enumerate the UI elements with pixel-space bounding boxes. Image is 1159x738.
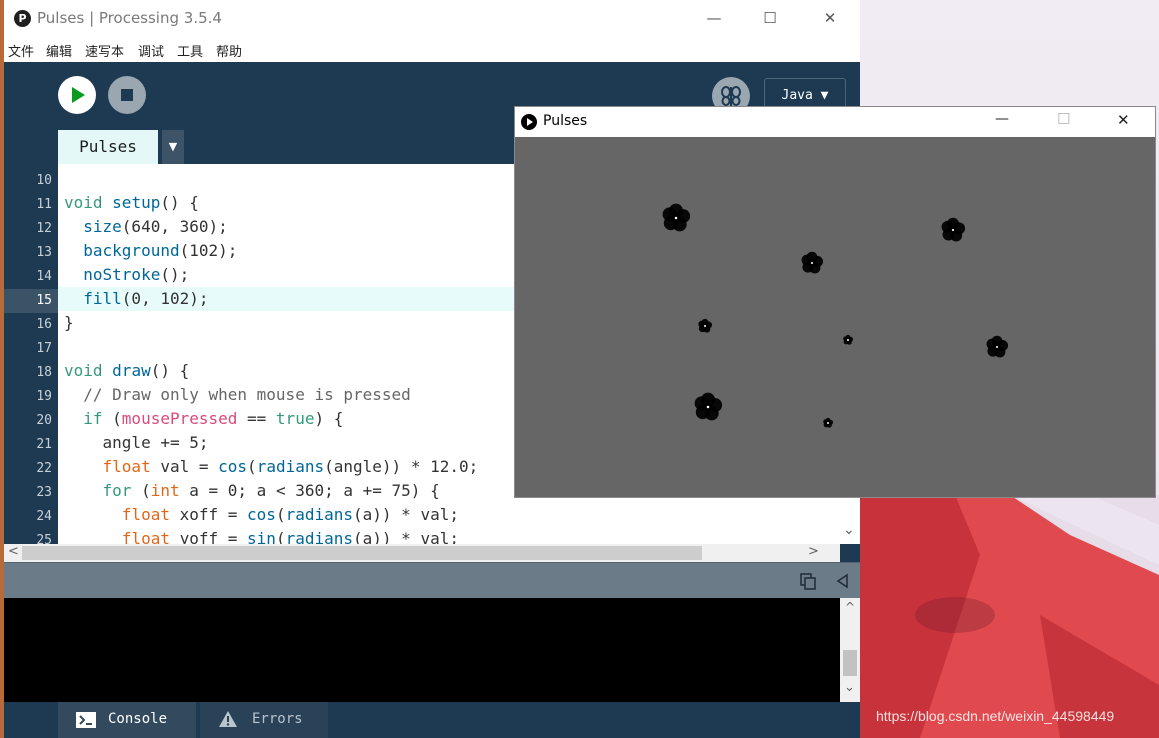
menu-bar: 文件 编辑 速写本 调试 工具 帮助 [4,38,860,63]
warning-icon [219,711,237,727]
tab-menu-button[interactable]: ▼ [162,130,184,164]
maximize-button[interactable]: ☐ [750,4,790,32]
bottom-bar: Console Errors [4,702,860,738]
menu-file[interactable]: 文件 [8,41,34,60]
code-line: if (mousePressed == true) { [83,409,344,428]
flower-shape [986,335,1009,358]
line-number: 22 [36,461,52,476]
scroll-up-arrow[interactable]: ^ [845,600,855,614]
tab-errors[interactable]: Errors [200,702,328,738]
sketch-canvas[interactable] [515,137,1155,497]
flower-shape [823,417,834,428]
code-line: float val = cos(radians(angle)) * 12.0; [102,457,479,476]
menu-debug[interactable]: 调试 [138,41,164,60]
scroll-left-arrow[interactable]: < [8,544,19,559]
processing-run-icon [521,114,537,130]
code-line: noStroke(); [83,265,190,284]
close-button[interactable]: ✕ [810,4,850,32]
line-number: 18 [36,365,52,380]
tab-console-label: Console [108,711,168,727]
code-line: float xoff = cos(radians(a)) * val; [121,505,459,524]
line-number: 24 [36,509,52,524]
terminal-icon [76,712,96,728]
scroll-right-arrow[interactable]: > [808,544,819,559]
processing-logo-icon: P [14,10,31,27]
watermark: https://blog.csdn.net/weixin_44598449 [876,708,1115,724]
horizontal-scroll-thumb[interactable] [22,546,702,560]
code-line: void setup() { [64,193,199,212]
code-line: // Draw only when mouse is pressed [83,385,411,404]
flower-shape [843,334,854,345]
line-number: 19 [36,389,52,404]
code-line: size(640, 360); [83,217,228,236]
line-number: 12 [36,221,52,236]
flower-shape [698,318,713,333]
wallpaper-art [860,495,1159,738]
desktop-wallpaper [860,495,1159,738]
scroll-corner [840,544,860,562]
flower-shape [801,251,824,274]
copy-icon[interactable] [799,572,817,590]
tab-console[interactable]: Console [58,702,196,738]
stop-button[interactable] [108,76,146,114]
console-scroll-thumb[interactable] [843,650,857,676]
sketch-window: Pulses — ☐ ✕ [514,106,1156,498]
sketch-title: Pulses [543,113,588,129]
line-number: 14 [36,269,52,284]
menu-help[interactable]: 帮助 [216,41,242,60]
play-icon [72,87,85,103]
flower-shape [941,217,966,242]
line-number: 10 [36,173,52,188]
status-bar [4,562,860,599]
code-line: background(102); [83,241,238,260]
code-line: void draw() { [64,361,190,380]
line-number-gutter: 10 11 12 13 14 15 16 17 18 19 20 21 22 2… [4,164,58,544]
line-number: 20 [36,413,52,428]
menu-tools[interactable]: 工具 [177,41,203,60]
scroll-down-arrow[interactable]: ⌄ [844,680,855,695]
code-line: float yoff = sin(radians(a)) * val; [121,529,459,544]
window-title: Pulses | Processing 3.5.4 [37,9,222,27]
title-bar: P Pulses | Processing 3.5.4 — ☐ ✕ [4,0,860,38]
menu-sketch[interactable]: 速写本 [85,41,124,60]
sketch-maximize-button[interactable]: ☐ [1057,110,1070,128]
scroll-down-arrow[interactable]: ⌄ [843,522,855,538]
code-line: fill(0, 102); [83,289,209,308]
line-number: 16 [36,317,52,332]
line-number: 23 [36,485,52,500]
console-scrollbar[interactable]: ^ ⌄ [840,598,860,702]
code-line: angle += 5; [64,433,209,452]
minimize-button[interactable]: — [694,4,734,32]
flower-shape [662,203,691,232]
collapse-console-icon[interactable] [835,573,851,589]
sketch-title-bar: Pulses — ☐ ✕ [515,107,1155,137]
console-output[interactable] [4,598,840,702]
code-line: } [64,313,74,332]
line-number: 17 [36,341,52,356]
line-number: 13 [36,245,52,260]
sketch-minimize-button[interactable]: — [995,111,1009,127]
menu-edit[interactable]: 编辑 [46,41,72,60]
sketch-close-button[interactable]: ✕ [1117,111,1130,129]
code-line: for (int a = 0; a < 360; a += 75) { [102,481,440,500]
tab-errors-label: Errors [252,711,303,727]
tab-pulses[interactable]: Pulses [58,130,158,164]
canvas-drawing [662,203,1009,428]
editor-horizontal-scrollbar[interactable]: < > [4,544,840,562]
line-number: 25 [36,533,52,544]
line-number-current: 15 [4,289,58,313]
run-button[interactable] [58,76,96,114]
line-number: 21 [36,437,52,452]
line-number: 11 [36,197,52,212]
stop-icon [121,89,133,101]
flower-shape [694,392,723,421]
